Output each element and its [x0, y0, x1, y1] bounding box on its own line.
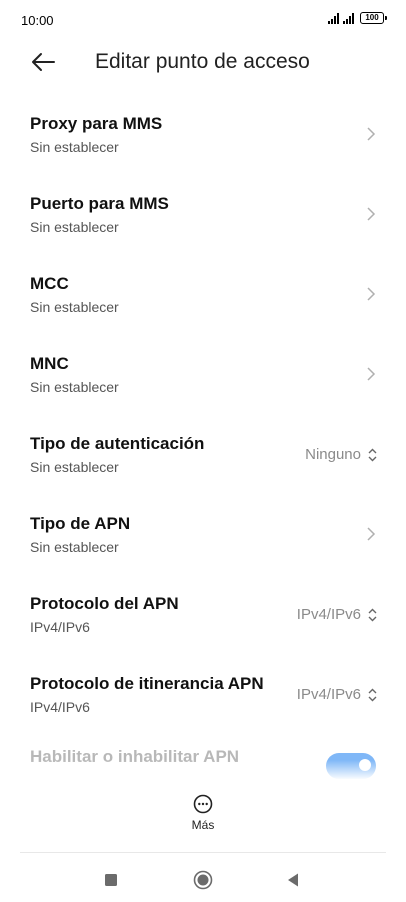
divider — [20, 852, 386, 853]
value-selector[interactable]: Ninguno — [305, 446, 378, 463]
navigation-bar — [0, 860, 406, 900]
home-circle-icon — [193, 870, 213, 890]
row-tipo-autenticacion[interactable]: Tipo de autenticación Sin establecer Nin… — [0, 408, 406, 488]
triangle-back-icon — [288, 873, 298, 887]
row-protocolo-apn[interactable]: Protocolo del APN IPv4/IPv6 IPv4/IPv6 — [0, 568, 406, 648]
signal-icon-2 — [343, 13, 354, 24]
chevron-right-icon — [367, 527, 376, 541]
value-selector[interactable]: IPv4/IPv6 — [297, 606, 378, 623]
chevron-right-icon — [367, 367, 376, 381]
signal-icon — [328, 13, 339, 24]
page-title: Editar punto de acceso — [95, 50, 310, 73]
row-mcc[interactable]: MCC Sin establecer — [0, 248, 406, 328]
row-mnc[interactable]: MNC Sin establecer — [0, 328, 406, 408]
chevron-up-down-icon — [368, 608, 377, 621]
row-tipo-apn[interactable]: Tipo de APN Sin establecer — [0, 488, 406, 568]
row-subtitle: Sin establecer — [30, 219, 119, 235]
status-time: 10:00 — [21, 13, 54, 28]
header: Editar punto de acceso — [0, 40, 406, 84]
row-title: MCC — [30, 274, 69, 293]
recents-button[interactable] — [100, 869, 122, 891]
chevron-up-down-icon — [368, 448, 377, 461]
chevron-right-icon — [367, 287, 376, 301]
home-button[interactable] — [192, 869, 214, 891]
value-selector[interactable]: IPv4/IPv6 — [297, 686, 378, 703]
back-button[interactable] — [282, 869, 304, 891]
square-icon — [105, 874, 117, 886]
row-title: Protocolo del APN — [30, 594, 179, 613]
more-button[interactable]: Más — [178, 794, 228, 832]
more-label: Más — [191, 818, 215, 832]
chevron-up-down-icon — [368, 688, 377, 701]
row-subtitle: IPv4/IPv6 — [30, 699, 90, 715]
row-title: Tipo de APN — [30, 514, 131, 533]
status-bar: 10:00 100 — [0, 0, 406, 40]
row-subtitle: Sin establecer — [30, 459, 119, 475]
row-subtitle: IPv4/IPv6 — [30, 619, 90, 635]
row-title: Tipo de autenticación — [30, 434, 205, 453]
scroll-fade — [0, 760, 406, 780]
row-value: IPv4/IPv6 — [296, 606, 361, 623]
row-title: Protocolo de itinerancia APN — [30, 674, 264, 693]
row-subtitle: Sin establecer — [30, 299, 119, 315]
row-value: IPv4/IPv6 — [296, 686, 361, 703]
battery-icon: 100 — [360, 12, 387, 24]
row-subtitle: Sin establecer — [30, 539, 119, 555]
row-subtitle: Sin establecer — [30, 139, 119, 155]
chevron-right-icon — [367, 127, 376, 141]
settings-list: Proxy para MMS Sin establecer Puerto par… — [0, 88, 406, 779]
row-title: Proxy para MMS — [30, 114, 163, 133]
row-subtitle: Sin establecer — [30, 379, 119, 395]
row-title: MNC — [30, 354, 69, 373]
ellipsis-circle-icon — [193, 794, 213, 814]
row-proxy-mms[interactable]: Proxy para MMS Sin establecer — [0, 88, 406, 168]
back-arrow-icon[interactable] — [30, 50, 56, 74]
row-protocolo-itinerancia-apn[interactable]: Protocolo de itinerancia APN IPv4/IPv6 I… — [0, 648, 406, 728]
chevron-right-icon — [367, 207, 376, 221]
row-puerto-mms[interactable]: Puerto para MMS Sin establecer — [0, 168, 406, 248]
row-value: Ninguno — [305, 446, 361, 463]
status-icons: 100 — [328, 12, 387, 24]
row-title: Puerto para MMS — [30, 194, 169, 213]
